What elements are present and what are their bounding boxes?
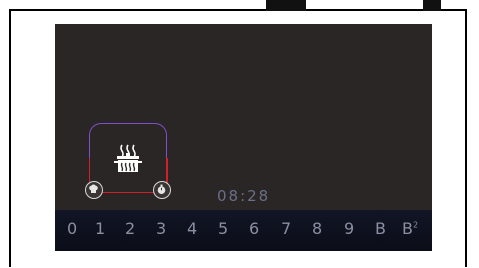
power-level-9[interactable]: 9 [344, 219, 354, 238]
power-level-0[interactable]: 0 [67, 219, 77, 238]
top-indicator-block [423, 0, 441, 11]
boost-plus-sup: 2 [412, 220, 419, 230]
pot-steam-icon [114, 144, 142, 172]
power-level-boost-plus[interactable]: B2 [402, 219, 418, 238]
power-level-1[interactable]: 1 [95, 219, 105, 238]
timer-icon[interactable] [153, 181, 171, 199]
power-level-2[interactable]: 2 [125, 219, 135, 238]
boost-plus-base: B [402, 219, 413, 238]
cooking-timer-readout: 08:28 [217, 187, 271, 205]
power-level-6[interactable]: 6 [249, 219, 259, 238]
power-level-boost[interactable]: B [375, 219, 386, 238]
chef-hat-icon[interactable] [85, 181, 103, 199]
power-level-4[interactable]: 4 [187, 219, 197, 238]
power-level-selector[interactable]: 0 1 2 3 4 5 6 7 8 9 B B2 [55, 210, 432, 251]
power-level-8[interactable]: 8 [312, 219, 322, 238]
power-level-7[interactable]: 7 [281, 219, 291, 238]
top-indicator-block [266, 0, 306, 11]
cooking-zone-card[interactable] [85, 123, 171, 199]
cooktop-display: 08:28 0 1 2 3 4 5 6 7 8 9 B B2 [55, 24, 432, 251]
power-level-3[interactable]: 3 [156, 219, 166, 238]
power-level-5[interactable]: 5 [218, 219, 228, 238]
